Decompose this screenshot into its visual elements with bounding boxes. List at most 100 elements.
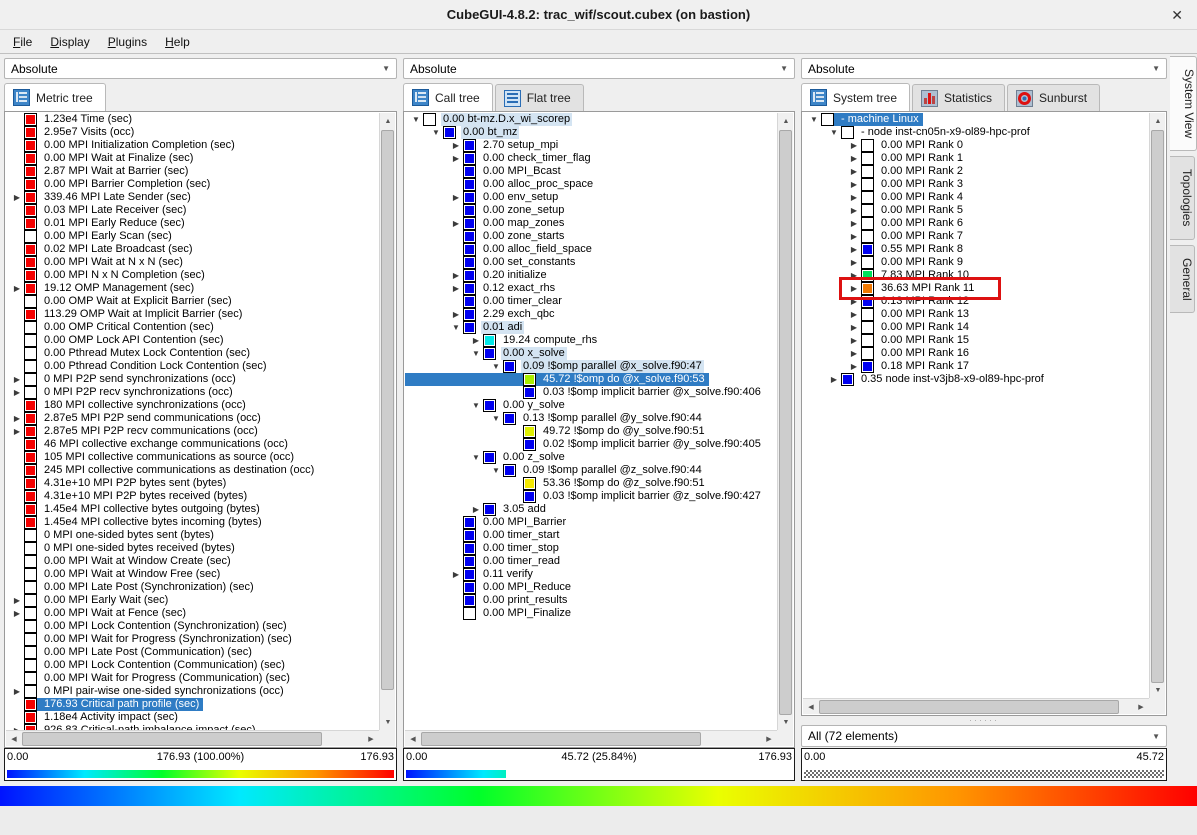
expand-arrow-icon[interactable]: ▶ [847,204,861,217]
tree-row[interactable]: 0.00 MPI Lock Contention (Synchronizatio… [6,620,291,633]
tree-row[interactable]: ▶0.20 initialize [405,269,551,282]
call-tab-flat-tree[interactable]: Flat tree [495,84,584,111]
system-tab-sunburst[interactable]: Sunburst [1007,84,1100,111]
expand-arrow-icon[interactable]: ▶ [449,152,463,165]
expand-arrow-icon[interactable]: ▶ [847,295,861,308]
expand-arrow-icon[interactable]: ▶ [847,191,861,204]
tree-row[interactable]: 49.72 !$omp do @y_solve.f90:51 [405,425,709,438]
tree-row[interactable]: 0.00 MPI Wait at Window Free (sec) [6,568,224,581]
metric-tab-metric-tree[interactable]: Metric tree [4,83,106,111]
tree-row[interactable]: 1.45e4 MPI collective bytes incoming (by… [6,516,266,529]
tree-row[interactable]: 0.00 MPI Late Post (Synchronization) (se… [6,581,258,594]
tree-row[interactable]: 0.00 timer_stop [405,542,563,555]
tree-row[interactable]: 0.00 timer_start [405,529,563,542]
tree-row[interactable]: ▶0.18 MPI Rank 17 [803,360,973,373]
tree-row[interactable]: 0.00 MPI Wait at N x N (sec) [6,256,187,269]
expand-arrow-icon[interactable]: ▶ [10,607,24,620]
collapse-arrow-icon[interactable]: ▼ [489,464,503,477]
tree-row[interactable]: 245 MPI collective communications as des… [6,464,318,477]
scroll-right-icon[interactable]: ▶ [1133,699,1149,715]
tree-row[interactable]: 2.87 MPI Wait at Barrier (sec) [6,165,192,178]
expand-arrow-icon[interactable]: ▶ [847,230,861,243]
expand-arrow-icon[interactable]: ▶ [847,360,861,373]
close-icon[interactable]: ✕ [1171,7,1183,24]
expand-arrow-icon[interactable]: ▶ [847,217,861,230]
expand-arrow-icon[interactable]: ▶ [847,178,861,191]
call-vertical-scrollbar[interactable]: ▲ ▼ [777,113,793,730]
expand-arrow-icon[interactable]: ▶ [847,347,861,360]
tree-row[interactable]: ▼0.09 !$omp parallel @x_solve.f90:47 [405,360,706,373]
tree-row[interactable]: ▶2.87e5 MPI P2P send communications (occ… [6,412,265,425]
tree-row[interactable]: ▶0.00 MPI Rank 5 [803,204,967,217]
call-tab-call-tree[interactable]: Call tree [403,83,493,111]
tree-row[interactable]: ▶2.87e5 MPI P2P recv communications (occ… [6,425,262,438]
collapse-arrow-icon[interactable]: ▼ [469,451,483,464]
tree-row[interactable]: ▶0 MPI pair-wise one-sided synchronizati… [6,685,288,698]
expand-arrow-icon[interactable]: ▶ [449,191,463,204]
collapse-arrow-icon[interactable]: ▼ [409,113,423,126]
collapse-arrow-icon[interactable]: ▼ [807,113,821,126]
tree-row[interactable]: 4.31e+10 MPI P2P bytes received (bytes) [6,490,251,503]
tree-row[interactable]: ▶2.70 setup_mpi [405,139,562,152]
tree-row[interactable]: 0.00 timer_read [405,555,564,568]
system-filter-dropdown[interactable]: All (72 elements) ▼ [801,725,1167,747]
tree-row[interactable]: 0.00 MPI_Barrier [405,516,570,529]
scroll-left-icon[interactable]: ◀ [803,699,819,715]
expand-arrow-icon[interactable]: ▶ [469,334,483,347]
expand-arrow-icon[interactable]: ▶ [847,139,861,152]
tree-row[interactable]: 0.00 MPI Wait at Finalize (sec) [6,152,197,165]
tree-row[interactable]: 0.00 alloc_proc_space [405,178,597,191]
tree-row[interactable]: 0 MPI one-sided bytes sent (bytes) [6,529,218,542]
tree-row[interactable]: ▶0.00 MPI Rank 0 [803,139,967,152]
tree-row[interactable]: ▼0.00 bt-mz.D.x_wi_scorep [405,113,574,126]
tree-row[interactable]: ▶0.00 MPI Rank 6 [803,217,967,230]
tree-row[interactable]: 0.00 OMP Wait at Explicit Barrier (sec) [6,295,236,308]
expand-arrow-icon[interactable]: ▶ [10,373,24,386]
call-value-mode-dropdown[interactable]: Absolute ▼ [403,58,795,79]
tree-row[interactable]: 0.00 timer_clear [405,295,566,308]
expand-arrow-icon[interactable]: ▶ [847,334,861,347]
tree-row[interactable]: 0.00 zone_setup [405,204,568,217]
expand-arrow-icon[interactable]: ▶ [449,269,463,282]
tree-row[interactable]: ▶0.00 MPI Rank 13 [803,308,973,321]
expand-arrow-icon[interactable]: ▶ [10,685,24,698]
tree-row[interactable]: 4.31e+10 MPI P2P bytes sent (bytes) [6,477,230,490]
menu-display[interactable]: Display [41,33,98,51]
tree-row[interactable]: 46 MPI collective exchange communication… [6,438,292,451]
tree-row[interactable]: ▶0.00 MPI Rank 15 [803,334,973,347]
expand-arrow-icon[interactable]: ▶ [10,282,24,295]
expand-arrow-icon[interactable]: ▶ [469,503,483,516]
collapse-arrow-icon[interactable]: ▼ [489,412,503,425]
tree-row[interactable]: ▶0.00 MPI Rank 7 [803,230,967,243]
tree-row[interactable]: 0.00 zone_starts [405,230,568,243]
tree-row[interactable]: 0.00 MPI N x N Completion (sec) [6,269,209,282]
tree-row[interactable]: ▶0.00 MPI Wait at Fence (sec) [6,607,190,620]
tree-row[interactable]: ▶0.00 MPI Rank 1 [803,152,967,165]
tree-row[interactable]: 1.45e4 MPI collective bytes outgoing (by… [6,503,264,516]
menu-file[interactable]: File [4,33,41,51]
tree-row[interactable]: ▶0 MPI P2P send synchronizations (occ) [6,373,240,386]
tree-row[interactable]: 0.00 print_results [405,594,571,607]
tree-row[interactable]: 1.18e4 Activity impact (sec) [6,711,182,724]
menu-plugins[interactable]: Plugins [99,33,156,51]
expand-arrow-icon[interactable]: ▶ [449,217,463,230]
expand-arrow-icon[interactable]: ▶ [847,243,861,256]
tree-row[interactable]: ▶7.83 MPI Rank 10 [803,269,973,282]
tree-row[interactable]: ▶0.12 exact_rhs [405,282,559,295]
system-tab-statistics[interactable]: Statistics [912,84,1005,111]
tree-row[interactable]: 0.00 MPI Early Scan (sec) [6,230,176,243]
tree-row[interactable]: ▶19.24 compute_rhs [405,334,601,347]
tree-row[interactable]: ▶0.00 MPI Rank 4 [803,191,967,204]
tree-row[interactable]: 0.00 MPI Wait at Window Create (sec) [6,555,235,568]
scroll-thumb[interactable] [421,732,701,746]
tree-row[interactable]: 0.00 MPI Wait for Progress (Synchronizat… [6,633,296,646]
tree-row[interactable]: 0.00 MPI Lock Contention (Communication)… [6,659,289,672]
tree-row[interactable]: ▶36.63 MPI Rank 11 [803,282,978,295]
tree-row[interactable]: ▶0.00 MPI Rank 16 [803,347,973,360]
expand-arrow-icon[interactable]: ▶ [10,425,24,438]
scroll-left-icon[interactable]: ◀ [405,731,421,747]
call-horizontal-scrollbar[interactable]: ◀ ▶ [405,730,777,746]
expand-arrow-icon[interactable]: ▶ [847,308,861,321]
tree-row[interactable]: 0.00 set_constants [405,256,579,269]
scroll-right-icon[interactable]: ▶ [363,731,379,747]
